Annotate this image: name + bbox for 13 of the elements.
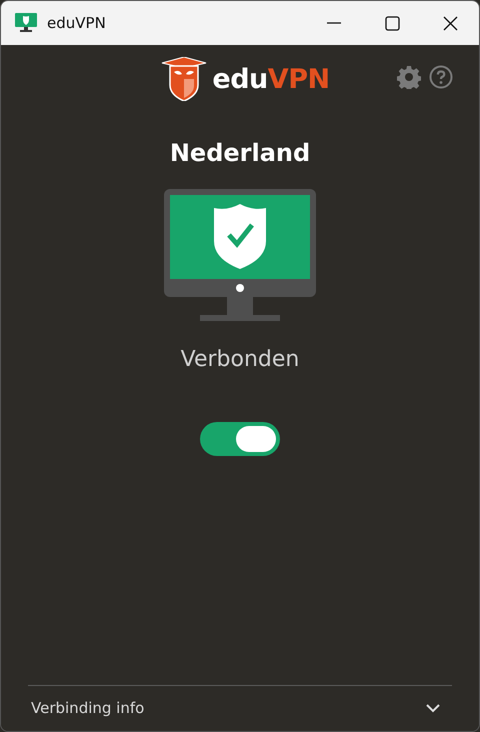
connection-toggle[interactable]	[200, 422, 280, 456]
logo-text: eduVPN	[212, 66, 330, 92]
close-icon[interactable]	[442, 16, 458, 30]
server-name: Nederland	[170, 138, 310, 169]
app-icon	[15, 13, 37, 33]
window-title: eduVPN	[47, 12, 106, 34]
logo-icon	[160, 57, 208, 101]
connection-info-label[interactable]: Verbinding info	[31, 697, 144, 720]
status-text: Verbonden	[180, 346, 300, 374]
chevron-icon[interactable]	[426, 704, 440, 713]
maximize-icon[interactable]	[384, 16, 400, 30]
help-icon[interactable]	[429, 65, 453, 89]
settings-icon[interactable]	[397, 65, 421, 89]
